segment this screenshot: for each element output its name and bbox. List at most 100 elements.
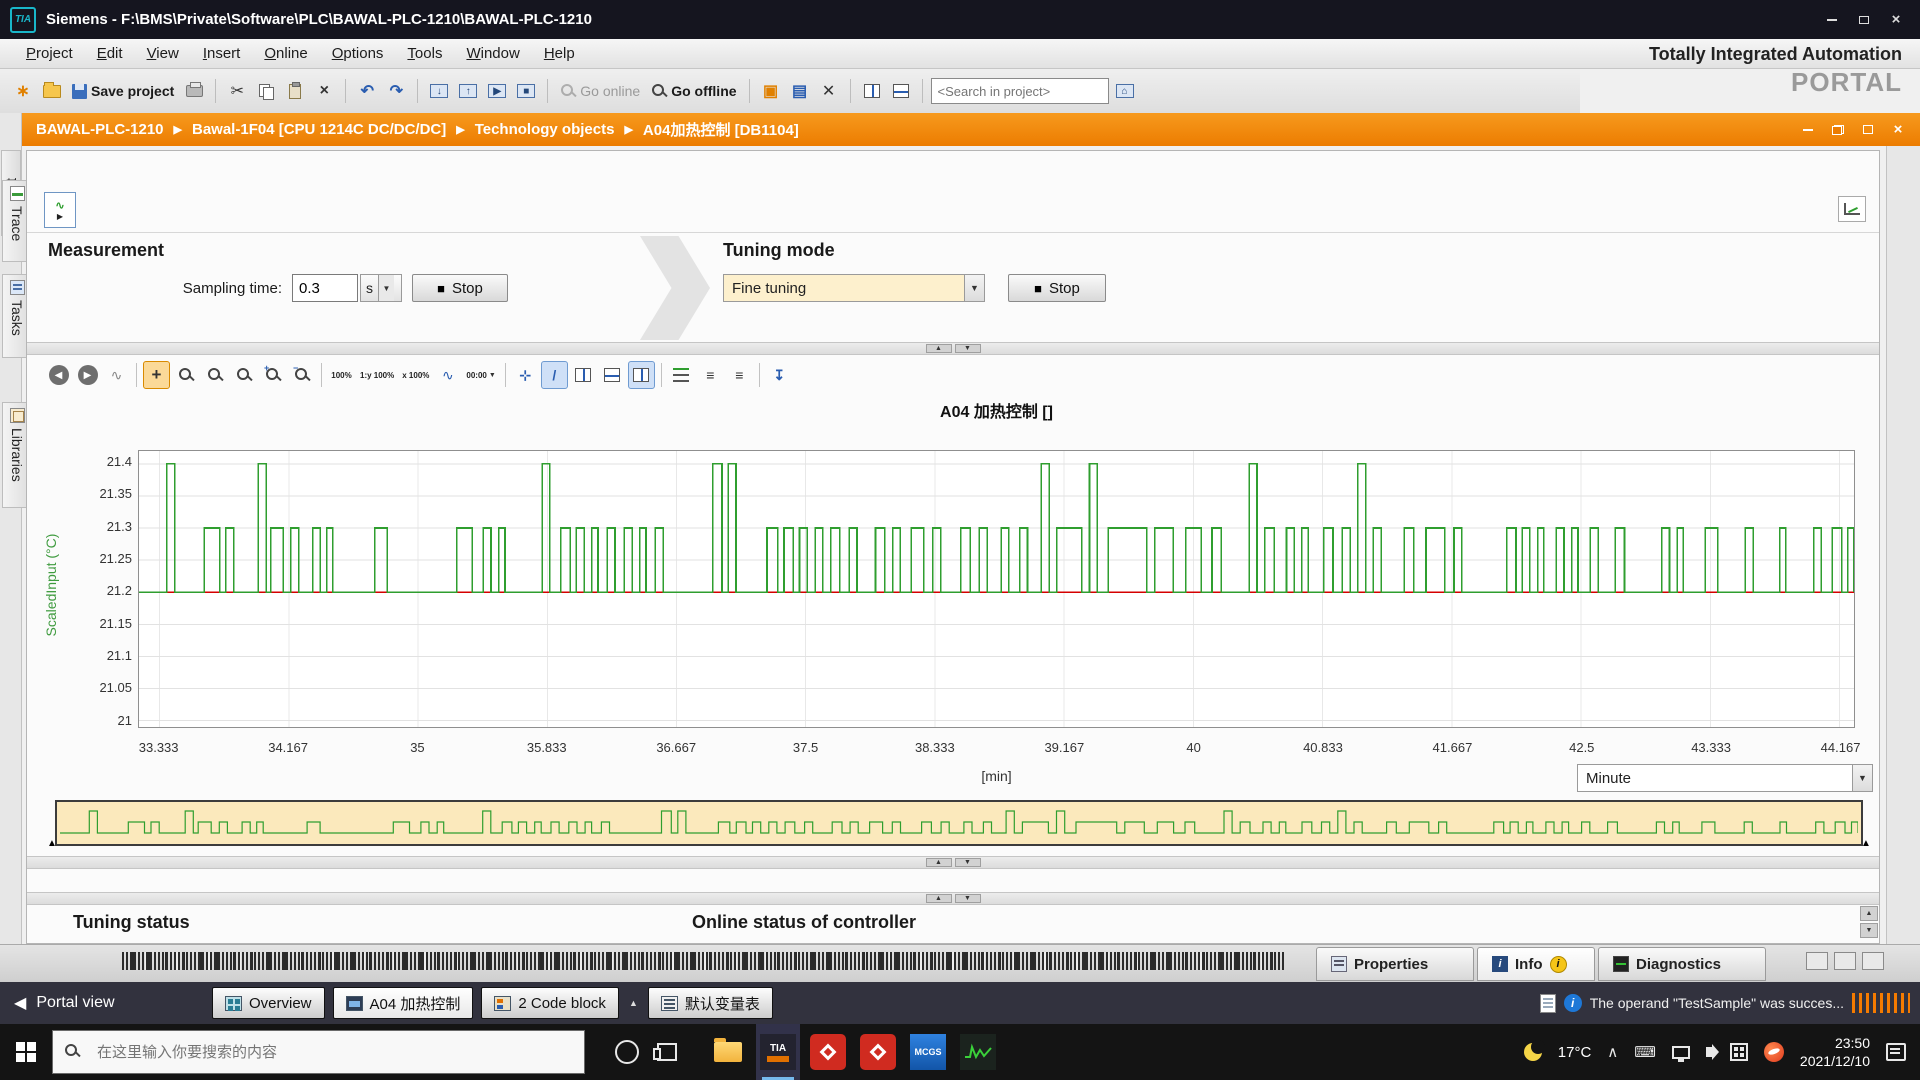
dropdown-arrow-icon[interactable]: ▼ <box>378 275 394 301</box>
network-icon[interactable] <box>1672 1046 1690 1059</box>
editor-close-icon[interactable]: × <box>1886 120 1910 140</box>
collapse-down-icon[interactable]: ▼ <box>955 858 981 867</box>
scroll-up-icon[interactable]: ▲ <box>1860 906 1878 921</box>
zoom-out-icon[interactable]: − <box>288 361 315 389</box>
menu-tools[interactable]: Tools <box>395 41 454 66</box>
vertical-scroll[interactable]: ▲ ▼ <box>1860 906 1880 942</box>
close-panel-icon[interactable] <box>1862 952 1884 970</box>
cross-reference-icon[interactable]: ▤ <box>787 77 813 105</box>
tuning-stop-button[interactable]: ■ Stop <box>1008 274 1106 302</box>
taskbar-app-trace-tool[interactable] <box>956 1024 1000 1080</box>
splitter[interactable]: ▲ ▼ <box>27 856 1879 869</box>
scale-y-100-icon[interactable]: 1:y 100% <box>357 361 397 389</box>
menu-online[interactable]: Online <box>252 41 319 66</box>
dropdown-arrow-icon[interactable]: ▼ <box>964 275 984 301</box>
collapse-up-icon[interactable]: ▲ <box>926 894 952 903</box>
document-icon[interactable] <box>1540 994 1556 1013</box>
tab-diagnostics[interactable]: Diagnostics <box>1598 947 1766 981</box>
delete-icon[interactable]: × <box>311 77 337 105</box>
taskbar-app-red-2[interactable] <box>856 1024 900 1080</box>
previous-view-icon[interactable]: ◀ <box>45 361 72 389</box>
status-message[interactable]: The operand "TestSample" was succes... <box>1590 995 1844 1011</box>
portal-view-button[interactable]: ◀ Portal view <box>14 993 204 1013</box>
weather-icon[interactable] <box>1524 1043 1542 1061</box>
zoom-area-icon[interactable] <box>172 361 199 389</box>
window-maximize-icon[interactable] <box>1850 9 1878 31</box>
trace-export-button[interactable] <box>1838 196 1866 222</box>
collapse-up-icon[interactable]: ▲ <box>926 344 952 353</box>
start-cpu-icon[interactable]: ▶ <box>484 77 510 105</box>
tab-properties[interactable]: Properties <box>1316 947 1474 981</box>
taskbar-app-red-1[interactable] <box>806 1024 850 1080</box>
measurement-stop-button[interactable]: ■ Stop <box>412 274 508 302</box>
measure-gradient-icon[interactable]: / <box>541 361 568 389</box>
editor-restore-icon[interactable] <box>1826 120 1850 140</box>
save-project-button[interactable]: Save project <box>68 77 178 105</box>
cut-icon[interactable]: ✂ <box>224 77 250 105</box>
zoom-dynamic-icon[interactable] <box>201 361 228 389</box>
start-trace-button[interactable]: ∿ ▶ <box>44 192 76 228</box>
notification-center-icon[interactable] <box>1886 1043 1906 1061</box>
scroll-down-icon[interactable]: ▼ <box>1860 923 1878 938</box>
speaker-icon[interactable] <box>1706 1047 1714 1057</box>
taskbar-app-file-explorer[interactable] <box>706 1024 750 1080</box>
split-editor-vertical-icon[interactable] <box>859 77 885 105</box>
menu-edit[interactable]: Edit <box>85 41 135 66</box>
align-legend-left-icon[interactable]: ≡ <box>697 361 724 389</box>
measure-point-icon[interactable]: ⊹ <box>512 361 539 389</box>
tab-info[interactable]: i Info i <box>1477 947 1595 981</box>
overview-right-handle-icon[interactable]: ▲ <box>1861 838 1871 849</box>
chart-plot-area[interactable] <box>138 450 1855 728</box>
zoom-previous-icon[interactable] <box>230 361 257 389</box>
editor-button-overview[interactable]: Overview <box>212 987 325 1019</box>
windows-start-button[interactable] <box>0 1024 52 1080</box>
editor-button-a04[interactable]: A04 加热控制 <box>333 987 474 1019</box>
collapse-panel-icon[interactable] <box>1834 952 1856 970</box>
menu-help[interactable]: Help <box>532 41 587 66</box>
collapse-down-icon[interactable]: ▼ <box>955 894 981 903</box>
menu-insert[interactable]: Insert <box>191 41 253 66</box>
print-icon[interactable] <box>181 77 207 105</box>
clock[interactable]: 23:50 2021/12/10 <box>1800 1034 1870 1070</box>
menu-view[interactable]: View <box>135 41 191 66</box>
editor-minimize-icon[interactable] <box>1796 120 1820 140</box>
vertical-cursors-icon[interactable] <box>570 361 597 389</box>
menu-options[interactable]: Options <box>320 41 396 66</box>
online-diagnostics-icon[interactable]: ▣ <box>758 77 784 105</box>
float-panel-icon[interactable] <box>1806 952 1828 970</box>
paste-icon[interactable] <box>282 77 308 105</box>
editor-button-code-block[interactable]: 2 Code block <box>481 987 619 1019</box>
window-close-icon[interactable]: × <box>1882 9 1910 31</box>
taskbar-app-tia-portal[interactable]: TIA <box>756 1024 800 1080</box>
signal-overview-strip[interactable] <box>55 800 1863 846</box>
autoscale-icon[interactable]: ∿ <box>434 361 461 389</box>
breadcrumb-object[interactable]: A04加热控制 [DB1104] <box>639 119 803 140</box>
menu-project[interactable]: Project <box>14 41 85 66</box>
breadcrumb-project[interactable]: BAWAL-PLC-1210 <box>32 121 168 138</box>
splitter[interactable]: ▲ ▼ <box>27 892 1879 905</box>
browser-icon[interactable] <box>1764 1042 1784 1062</box>
windows-search-input[interactable] <box>52 1030 585 1074</box>
scale-100-icon[interactable]: 100% <box>328 361 355 389</box>
copy-icon[interactable] <box>253 77 279 105</box>
pan-icon[interactable]: + <box>143 361 170 389</box>
temperature-label[interactable]: 17°C <box>1558 1044 1592 1061</box>
sampling-time-input[interactable] <box>292 274 358 302</box>
time-unit-select[interactable]: Minute ▼ <box>1577 764 1873 792</box>
go-online-button[interactable]: Go online <box>556 77 644 105</box>
editor-maximize-icon[interactable] <box>1856 120 1880 140</box>
search-in-project-input[interactable] <box>931 78 1109 104</box>
new-project-icon[interactable]: ∗ <box>10 77 36 105</box>
undo-icon[interactable]: ↶ <box>354 77 380 105</box>
export-measurement-icon[interactable]: ↧ <box>766 361 793 389</box>
horizontal-cursors-icon[interactable] <box>599 361 626 389</box>
sampling-unit-select[interactable]: s ▼ <box>360 274 402 302</box>
open-project-icon[interactable] <box>39 77 65 105</box>
menu-window[interactable]: Window <box>454 41 531 66</box>
splitter[interactable]: ▲ ▼ <box>27 342 1879 355</box>
tray-expand-icon[interactable]: ∧ <box>1607 1043 1618 1061</box>
cortana-icon[interactable] <box>615 1040 639 1064</box>
overview-left-handle-icon[interactable]: ▲ <box>47 838 57 849</box>
dropdown-arrow-icon[interactable]: ▼ <box>1852 765 1872 791</box>
task-view-icon[interactable] <box>657 1043 677 1061</box>
